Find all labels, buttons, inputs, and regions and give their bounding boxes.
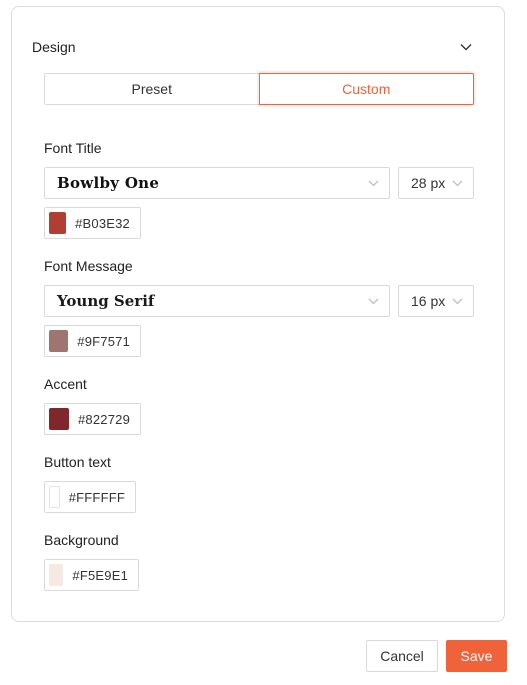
button-text-color-hex: #FFFFFF bbox=[68, 489, 125, 505]
font-message-color-picker[interactable]: #9F7571 bbox=[44, 325, 141, 357]
button-text-color-swatch bbox=[49, 486, 60, 508]
design-section-header[interactable]: Design bbox=[32, 38, 474, 56]
font-message-color-hex: #9F7571 bbox=[77, 333, 130, 349]
font-title-color-hex: #B03E32 bbox=[75, 215, 130, 231]
cancel-button[interactable]: Cancel bbox=[366, 640, 438, 672]
accent-color-hex: #822729 bbox=[77, 411, 130, 427]
font-title-label: Font Title bbox=[44, 140, 102, 156]
save-button[interactable]: Save bbox=[446, 640, 507, 672]
font-title-size-value: 28 px bbox=[411, 175, 446, 191]
collapse-toggle[interactable] bbox=[458, 39, 474, 55]
chevron-down-icon bbox=[452, 298, 463, 304]
font-message-value: Young Serif bbox=[57, 292, 155, 310]
font-message-size-value: 16 px bbox=[411, 293, 446, 309]
button-text-color-picker[interactable]: #FFFFFF bbox=[44, 481, 136, 513]
chevron-down-icon bbox=[452, 180, 463, 186]
background-color-hex: #F5E9E1 bbox=[72, 567, 128, 583]
font-title-size-select[interactable]: 28 px bbox=[398, 167, 474, 199]
accent-color-swatch bbox=[49, 408, 69, 430]
background-color-picker[interactable]: #F5E9E1 bbox=[44, 559, 139, 591]
background-label: Background bbox=[44, 532, 119, 548]
background-color-swatch bbox=[49, 564, 64, 586]
accent-label: Accent bbox=[44, 376, 87, 392]
font-title-value: Bowlby One bbox=[57, 174, 160, 192]
chevron-down-icon bbox=[460, 44, 472, 51]
font-title-color-swatch bbox=[49, 212, 67, 234]
tab-custom[interactable]: Custom bbox=[258, 73, 474, 105]
font-message-select[interactable]: Young Serif bbox=[44, 285, 390, 317]
chevron-down-icon bbox=[368, 298, 379, 304]
tab-preset[interactable]: Preset bbox=[44, 73, 259, 105]
design-mode-tabs: Preset Custom bbox=[44, 73, 474, 105]
font-message-label: Font Message bbox=[44, 258, 133, 274]
font-title-select[interactable]: Bowlby One bbox=[44, 167, 390, 199]
font-title-color-picker[interactable]: #B03E32 bbox=[44, 207, 141, 239]
font-message-color-swatch bbox=[49, 330, 69, 352]
button-text-label: Button text bbox=[44, 454, 111, 470]
font-message-size-select[interactable]: 16 px bbox=[398, 285, 474, 317]
design-title: Design bbox=[32, 39, 76, 55]
chevron-down-icon bbox=[368, 180, 379, 186]
accent-color-picker[interactable]: #822729 bbox=[44, 403, 141, 435]
